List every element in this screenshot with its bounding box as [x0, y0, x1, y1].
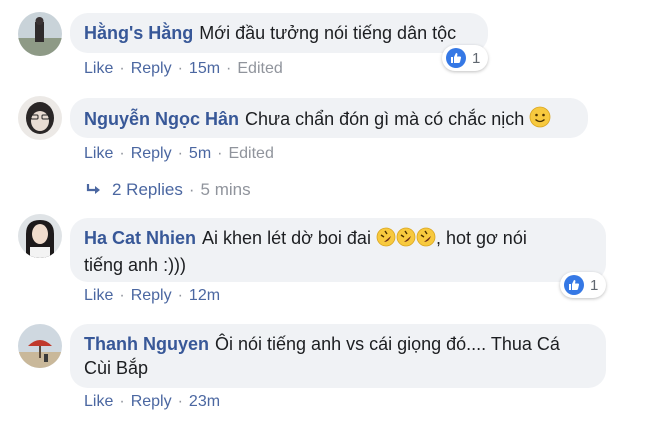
reply-arrow-icon: [86, 182, 102, 202]
replies-count[interactable]: 2 Replies: [112, 180, 183, 199]
comment-actions: Like · Reply · 12m: [84, 287, 220, 305]
thumbs-up-icon: [446, 48, 466, 68]
reaction-count[interactable]: 1: [560, 272, 607, 298]
separator: ·: [119, 393, 125, 410]
timestamp[interactable]: 12m: [189, 287, 220, 304]
reaction-number: 1: [472, 49, 481, 67]
timestamp[interactable]: 15m: [189, 60, 220, 77]
comment-text-line-2: tiếng anh :))): [84, 255, 187, 275]
timestamp[interactable]: 5m: [189, 145, 211, 162]
comment-actions: Like · Reply · 5m · Edited: [84, 145, 274, 163]
separator: ·: [177, 145, 183, 162]
separator: ·: [177, 393, 183, 410]
rolling-on-floor-laughing-icon: [376, 227, 396, 253]
comment-bubble: Hằng's Hằng Mới đầu tưởng nói tiếng dân t…: [70, 13, 488, 53]
timestamp[interactable]: 23m: [189, 393, 220, 410]
comment-text-line-1: Ha Cat Nhien Ai khen lét dờ boi đai , hot…: [84, 226, 592, 253]
avatar[interactable]: [18, 324, 62, 368]
thumbs-up-icon: [564, 275, 584, 295]
comment-text: , hot gơ nói: [435, 228, 527, 248]
rolling-on-floor-laughing-icon: [396, 227, 416, 253]
avatar[interactable]: [18, 12, 62, 56]
comment-actions: Like · Reply · 23m: [84, 393, 220, 411]
commenter-name[interactable]: Ha Cat Nhien: [84, 228, 196, 248]
comment-text-line-1: Thanh Nguyen Ôi nói tiếng anh vs cái giọn…: [84, 332, 592, 356]
reply-link[interactable]: Reply: [131, 393, 172, 410]
comment-text: Chưa chẩn đón gì mà có chắc nịch: [245, 109, 525, 129]
comment-text: Ôi nói tiếng anh vs cái giọng đó.... Thu…: [215, 334, 560, 354]
comment-text-line-2: Cùi Bắp: [84, 358, 149, 378]
slightly-smiling-face-icon: [529, 106, 551, 134]
separator: ·: [119, 145, 125, 162]
separator: ·: [119, 287, 125, 304]
like-link[interactable]: Like: [84, 145, 113, 162]
comment-actions: Like · Reply · 15m · Edited: [84, 60, 283, 78]
reaction-number: 1: [590, 276, 599, 294]
comment-text: Mới đầu tưởng nói tiếng dân tộc: [199, 23, 457, 43]
view-replies-link[interactable]: 2 Replies · 5 mins: [86, 180, 251, 202]
replies-time: 5 mins: [200, 180, 251, 199]
comment-bubble: Thanh Nguyen Ôi nói tiếng anh vs cái giọn…: [70, 324, 606, 388]
separator: ·: [188, 180, 195, 199]
comment-bubble: Nguyễn Ngọc Hân Chưa chẩn đón gì mà có ch…: [70, 98, 588, 138]
rolling-laughing-icon-group: [376, 227, 436, 248]
like-link[interactable]: Like: [84, 287, 113, 304]
avatar[interactable]: [18, 96, 62, 140]
edited-label[interactable]: Edited: [237, 60, 282, 77]
reply-link[interactable]: Reply: [131, 145, 172, 162]
separator: ·: [226, 60, 232, 77]
edited-label[interactable]: Edited: [228, 145, 273, 162]
avatar[interactable]: [18, 214, 62, 258]
commenter-name[interactable]: Nguyễn Ngọc Hân: [84, 109, 239, 129]
like-link[interactable]: Like: [84, 393, 113, 410]
reply-link[interactable]: Reply: [131, 60, 172, 77]
reply-link[interactable]: Reply: [131, 287, 172, 304]
separator: ·: [177, 60, 183, 77]
separator: ·: [119, 60, 125, 77]
separator: ·: [177, 287, 183, 304]
separator: ·: [217, 145, 223, 162]
reaction-count[interactable]: 1: [442, 45, 489, 71]
commenter-name[interactable]: Hằng's Hằng: [84, 23, 193, 43]
rolling-on-floor-laughing-icon: [416, 227, 436, 253]
comment-bubble: Ha Cat Nhien Ai khen lét dờ boi đai , hot…: [70, 218, 606, 282]
comment-text: Ai khen lét dờ boi đai: [202, 228, 371, 248]
commenter-name[interactable]: Thanh Nguyen: [84, 334, 209, 354]
like-link[interactable]: Like: [84, 60, 113, 77]
